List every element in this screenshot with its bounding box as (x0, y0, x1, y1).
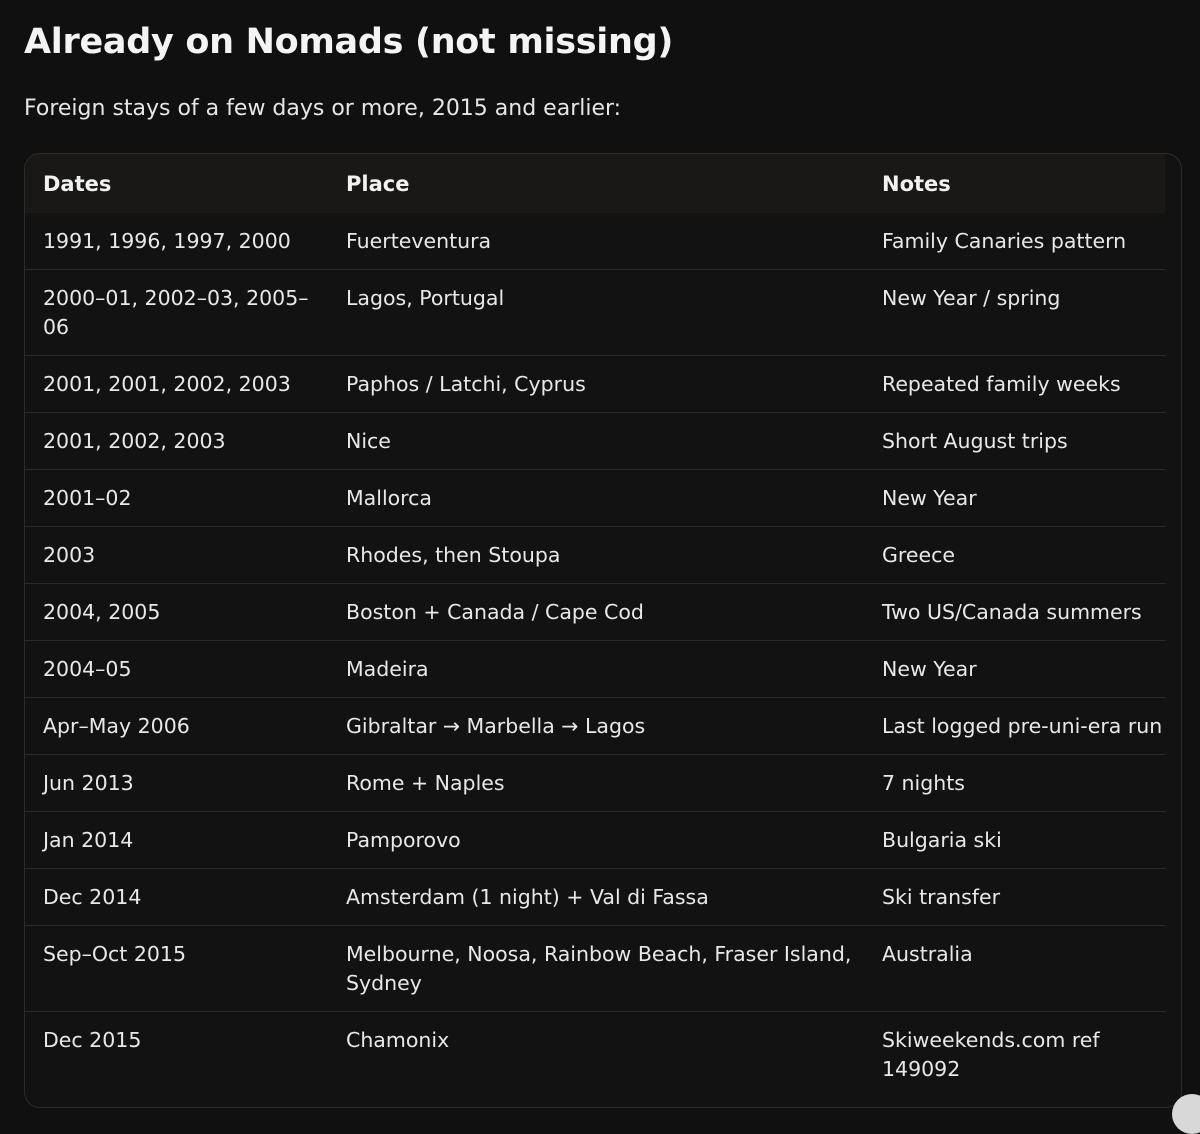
cell-dates: Dec 2014 (25, 868, 328, 926)
cell-notes: Skiweekends.com ref 149092 (882, 1028, 1100, 1081)
cell-dates: 2001–02 (25, 469, 328, 527)
cell-dates: 2003 (25, 526, 328, 584)
header-dates: Dates (43, 171, 112, 196)
cell-place: Lagos, Portugal (328, 269, 864, 356)
cell-place: Nice (328, 412, 864, 470)
header-place: Place (346, 171, 410, 196)
cell-place: Rhodes, then Stoupa (328, 526, 864, 584)
table-row: 1991, 1996, 1997, 2000 Fuerteventura Fam… (25, 213, 1165, 270)
cell-dates: Jun 2013 (25, 754, 328, 812)
cell-notes: Repeated family weeks (864, 355, 1165, 413)
cell-notes: Bulgaria ski (864, 811, 1165, 869)
table-row: 2001, 2001, 2002, 2003 Paphos / Latchi, … (25, 355, 1165, 413)
cell-notes: Last logged pre-uni-era run (864, 697, 1165, 755)
cell-dates: Apr–May 2006 (25, 697, 328, 755)
cell-notes: Ski transfer (864, 868, 1165, 926)
table-body: 1991, 1996, 1997, 2000 Fuerteventura Fam… (25, 213, 1165, 1097)
table-row: Jun 2013 Rome + Naples 7 nights (25, 754, 1165, 812)
cell-dates: 1991, 1996, 1997, 2000 (25, 213, 328, 270)
cell-place: Mallorca (328, 469, 864, 527)
table-header: Dates Place Notes (25, 154, 1165, 213)
cell-notes: New Year (864, 469, 1165, 527)
table-row: Dec 2014 Amsterdam (1 night) + Val di Fa… (25, 868, 1165, 926)
cell-notes: 7 nights (864, 754, 1165, 812)
cell-dates: 2004, 2005 (25, 583, 328, 641)
table-row: Jan 2014 Pamporovo Bulgaria ski (25, 811, 1165, 869)
header-row: Dates Place Notes (25, 154, 1165, 213)
table-row: 2001–02 Mallorca New Year (25, 469, 1165, 527)
table-row: Dec 2015 Chamonix Skiweekends.com ref 14… (25, 1012, 1165, 1098)
cell-notes: Short August trips (864, 412, 1165, 470)
cell-notes: New Year / spring (864, 269, 1165, 356)
cell-notes: Family Canaries pattern (864, 213, 1165, 270)
cell-dates: Dec 2015 (43, 1028, 142, 1052)
table-row: 2000–01, 2002–03, 2005–06 Lagos, Portuga… (25, 269, 1165, 356)
cell-dates: Sep–Oct 2015 (25, 925, 328, 1012)
table-row: 2004–05 Madeira New Year (25, 640, 1165, 698)
cell-place: Fuerteventura (328, 213, 864, 270)
cell-dates: Jan 2014 (25, 811, 328, 869)
table-row: 2003 Rhodes, then Stoupa Greece (25, 526, 1165, 584)
scroll-to-bottom-button[interactable] (1172, 1094, 1200, 1134)
cell-place: Rome + Naples (328, 754, 864, 812)
table-row: 2001, 2002, 2003 Nice Short August trips (25, 412, 1165, 470)
cell-place: Melbourne, Noosa, Rainbow Beach, Fraser … (328, 925, 864, 1012)
table-row: Apr–May 2006 Gibraltar → Marbella → Lago… (25, 697, 1165, 755)
cell-dates: 2004–05 (25, 640, 328, 698)
cell-place: Amsterdam (1 night) + Val di Fassa (328, 868, 864, 926)
cell-place: Gibraltar → Marbella → Lagos (328, 697, 864, 755)
header-notes: Notes (882, 171, 951, 196)
table-row: 2004, 2005 Boston + Canada / Cape Cod Tw… (25, 583, 1165, 641)
cell-place: Boston + Canada / Cape Cod (328, 583, 864, 641)
cell-place: Pamporovo (328, 811, 864, 869)
trips-table: Dates Place Notes 1991, 1996, 1997, 2000… (25, 154, 1165, 1097)
cell-notes: Greece (864, 526, 1165, 584)
cell-place: Madeira (328, 640, 864, 698)
cell-notes: Australia (864, 925, 1165, 1012)
page-heading: Already on Nomads (not missing) (24, 22, 674, 62)
cell-notes: New Year (864, 640, 1165, 698)
cell-place: Paphos / Latchi, Cyprus (328, 355, 864, 413)
cell-dates: 2000–01, 2002–03, 2005–06 (25, 269, 328, 356)
cell-notes: Two US/Canada summers (864, 583, 1165, 641)
table-row: Sep–Oct 2015 Melbourne, Noosa, Rainbow B… (25, 925, 1165, 1012)
trips-table-card[interactable]: Dates Place Notes 1991, 1996, 1997, 2000… (24, 153, 1182, 1108)
cell-dates: 2001, 2001, 2002, 2003 (25, 355, 328, 413)
intro-text: Foreign stays of a few days or more, 201… (24, 96, 622, 121)
cell-place: Chamonix (346, 1028, 450, 1052)
cell-dates: 2001, 2002, 2003 (25, 412, 328, 470)
